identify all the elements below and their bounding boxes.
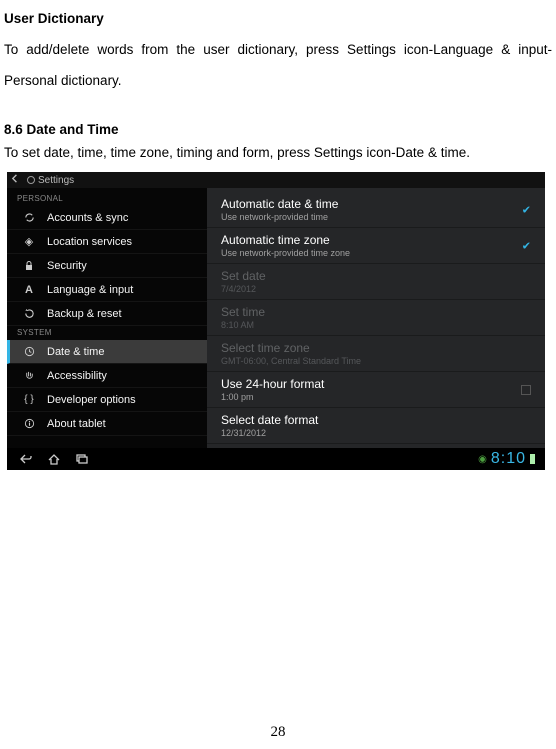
row-title: Set time xyxy=(221,305,535,319)
sidebar-item-about[interactable]: About tablet xyxy=(7,412,207,436)
notification-icon: ◉ xyxy=(478,454,487,465)
sync-icon xyxy=(21,212,37,223)
sidebar-item-label: Backup & reset xyxy=(47,308,122,320)
backup-icon xyxy=(21,308,37,319)
user-dictionary-heading: User Dictionary xyxy=(4,3,552,34)
status-bar-title: Settings xyxy=(38,175,74,186)
date-time-heading: 8.6 Date and Time xyxy=(4,122,552,137)
row-subtitle: GMT-06:00, Central Standard Time xyxy=(221,356,535,366)
row-subtitle: 12/31/2012 xyxy=(221,428,535,438)
sidebar-item-location[interactable]: ◈ Location services xyxy=(7,230,207,254)
lock-icon xyxy=(21,261,37,271)
battery-icon xyxy=(530,454,535,464)
row-set-time: Set time 8:10 AM xyxy=(207,300,545,336)
language-icon: A xyxy=(21,284,37,296)
nav-home-icon[interactable] xyxy=(47,453,61,465)
row-title: Use 24-hour format xyxy=(221,377,535,391)
system-navbar: ◉ 8:10 xyxy=(7,448,545,470)
sidebar-item-backup[interactable]: Backup & reset xyxy=(7,302,207,326)
back-icon xyxy=(11,174,20,186)
sidebar-item-label: Accessibility xyxy=(47,370,107,382)
sidebar-item-label: Accounts & sync xyxy=(47,212,128,224)
sidebar-item-security[interactable]: Security xyxy=(7,254,207,278)
row-title: Select time zone xyxy=(221,341,535,355)
sidebar: PERSONAL Accounts & sync ◈ Location serv… xyxy=(7,188,207,448)
date-time-paragraph: To set date, time, time zone, timing and… xyxy=(4,137,552,168)
row-set-date: Set date 7/4/2012 xyxy=(207,264,545,300)
info-icon xyxy=(21,418,37,429)
row-subtitle: 8:10 AM xyxy=(221,320,535,330)
gear-icon xyxy=(27,176,35,184)
settings-screenshot: Settings PERSONAL Accounts & sync ◈ Loca… xyxy=(6,171,546,471)
row-auto-date[interactable]: Automatic date & time Use network-provid… xyxy=(207,192,545,228)
braces-icon: { } xyxy=(21,394,37,405)
row-title: Select date format xyxy=(221,413,535,427)
sidebar-item-label: Location services xyxy=(47,236,132,248)
sidebar-item-label: Developer options xyxy=(47,394,136,406)
sidebar-item-accessibility[interactable]: Accessibility xyxy=(7,364,207,388)
row-title: Automatic date & time xyxy=(221,197,535,211)
row-set-zone: Select time zone GMT-06:00, Central Stan… xyxy=(207,336,545,372)
check-icon: ✔ xyxy=(522,239,531,252)
row-subtitle: Use network-provided time xyxy=(221,212,535,222)
sidebar-item-label: Security xyxy=(47,260,87,272)
sidebar-item-developer[interactable]: { } Developer options xyxy=(7,388,207,412)
section-system: SYSTEM xyxy=(7,326,207,340)
row-title: Set date xyxy=(221,269,535,283)
sidebar-item-label: Date & time xyxy=(47,346,104,358)
settings-content: Automatic date & time Use network-provid… xyxy=(207,188,545,448)
sidebar-item-label: About tablet xyxy=(47,418,106,430)
row-title: Automatic time zone xyxy=(221,233,535,247)
row-auto-zone[interactable]: Automatic time zone Use network-provided… xyxy=(207,228,545,264)
row-24hour[interactable]: Use 24-hour format 1:00 pm xyxy=(207,372,545,408)
location-icon: ◈ xyxy=(21,235,37,248)
row-date-format[interactable]: Select date format 12/31/2012 xyxy=(207,408,545,444)
sidebar-item-language[interactable]: A Language & input xyxy=(7,278,207,302)
nav-back-icon[interactable] xyxy=(19,453,33,465)
hand-icon xyxy=(21,370,37,381)
page-number: 28 xyxy=(0,724,556,741)
row-subtitle: 7/4/2012 xyxy=(221,284,535,294)
user-dictionary-paragraph: To add/delete words from the user dictio… xyxy=(4,34,552,96)
clock-icon xyxy=(21,346,37,357)
row-subtitle: 1:00 pm xyxy=(221,392,535,402)
sidebar-item-datetime[interactable]: Date & time xyxy=(7,340,207,364)
section-personal: PERSONAL xyxy=(7,192,207,206)
row-subtitle: Use network-provided time zone xyxy=(221,248,535,258)
navbar-clock: 8:10 xyxy=(491,450,526,468)
checkbox-icon xyxy=(521,385,531,395)
status-bar: Settings xyxy=(7,172,545,188)
nav-recent-icon[interactable] xyxy=(75,453,89,465)
sidebar-item-label: Language & input xyxy=(47,284,133,296)
check-icon: ✔ xyxy=(522,203,531,216)
sidebar-item-accounts[interactable]: Accounts & sync xyxy=(7,206,207,230)
